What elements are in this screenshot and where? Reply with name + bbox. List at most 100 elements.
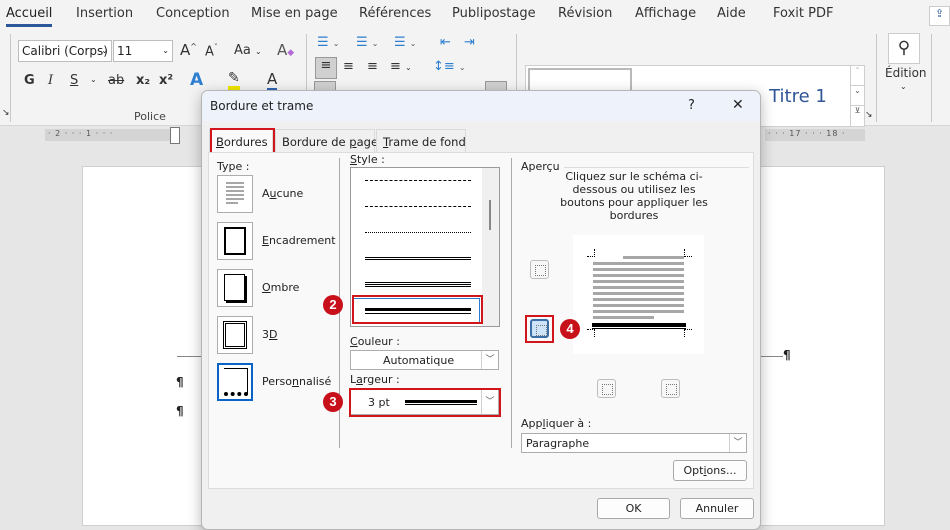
change-case-icon[interactable]: Aa ⌄	[234, 43, 262, 58]
dialog-titlebar[interactable]: Bordure et trame ? ✕	[202, 91, 760, 121]
tab-aide[interactable]: Aide	[717, 6, 746, 21]
grow-font-icon[interactable]: A^	[180, 41, 197, 59]
type-3d-label: 3D	[262, 328, 277, 341]
search-icon[interactable]: ⚲	[888, 33, 920, 64]
tab-label: Bordure de	[282, 135, 350, 149]
help-button[interactable]: ?	[688, 98, 695, 113]
style-option-double[interactable]	[365, 257, 471, 260]
font-size-combo[interactable]: 11 ⌄	[113, 40, 173, 62]
style-option-dashed[interactable]	[365, 180, 471, 181]
cancel-button[interactable]: Annuler	[680, 498, 754, 519]
tab-accueil[interactable]: Accueil	[6, 6, 53, 27]
chevron-down-icon[interactable]: ⌄	[90, 75, 97, 84]
share-icon[interactable]: ⇪	[929, 6, 950, 26]
scroll-down-icon[interactable]: ⌄	[850, 86, 864, 106]
tab-bordure-de-page[interactable]: Bordure de page	[275, 129, 379, 153]
ok-button[interactable]: OK	[597, 498, 670, 519]
numbering-icon[interactable]: ☰ ⌄	[356, 35, 379, 50]
dialog-launcher-icon[interactable]: ↘	[865, 110, 873, 120]
style-list-scrollbar[interactable]	[482, 168, 499, 326]
tab-conception[interactable]: Conception	[156, 6, 230, 21]
close-button[interactable]: ✕	[732, 97, 744, 113]
bottom-border-button[interactable]	[530, 319, 549, 338]
right-border-button[interactable]	[661, 379, 680, 398]
dialog-launcher-icon[interactable]: ↘	[2, 108, 10, 118]
tab-bordures[interactable]: Bordures	[209, 129, 273, 153]
text-effects-icon[interactable]: A	[190, 70, 203, 90]
subscript-icon[interactable]: x₂	[136, 73, 150, 88]
type-shadow-label: Ombre	[262, 281, 299, 294]
scroll-up-icon[interactable]: ⌃	[850, 66, 864, 86]
badge-3: 3	[323, 392, 343, 412]
align-left-icon[interactable]: ≡	[315, 57, 337, 79]
badge-4: 4	[560, 319, 580, 339]
style-option-dash-dot[interactable]	[365, 206, 471, 207]
divider	[876, 34, 877, 122]
paragraph-border	[761, 356, 783, 357]
align-right-icon[interactable]: ≡	[367, 59, 378, 74]
divider	[511, 158, 512, 448]
top-border-button[interactable]	[530, 260, 549, 279]
edition-button[interactable]: Édition	[885, 66, 927, 80]
preview-diagram[interactable]	[573, 235, 704, 354]
underline-icon[interactable]: S	[70, 73, 78, 88]
font-color-icon[interactable]: A	[267, 70, 278, 92]
clear-formatting-icon[interactable]: A◆	[277, 41, 294, 59]
indent-marker[interactable]	[170, 127, 180, 144]
options-button[interactable]: Options...	[673, 460, 747, 481]
width-select[interactable]: 3 pt ﹀	[350, 389, 499, 415]
bullets-icon[interactable]: ☰ ⌄	[317, 35, 340, 50]
italic-icon[interactable]: I	[48, 73, 53, 88]
style-option-thick-thin[interactable]	[365, 308, 471, 314]
chevron-down-icon: ﹀	[729, 434, 746, 452]
tab-label: p	[349, 135, 357, 149]
style-titre-1[interactable]: Titre 1	[748, 68, 848, 124]
align-center-icon[interactable]: ≡	[343, 59, 354, 74]
borders-and-shading-dialog: Bordure et trame ? ✕ Bordures Bordure de…	[201, 90, 761, 530]
justify-icon[interactable]: ≡ ⌄	[390, 59, 412, 74]
type-none-button[interactable]	[217, 175, 253, 213]
type-3d-button[interactable]	[217, 316, 253, 354]
type-custom-button[interactable]	[217, 363, 253, 401]
style-option-triple[interactable]	[365, 282, 471, 287]
more-styles-icon[interactable]: ⊻	[850, 106, 864, 126]
type-label-part: ncadrement	[268, 234, 336, 247]
width-value: 3 pt	[368, 396, 390, 409]
shrink-font-icon[interactable]: Aˇ	[205, 43, 218, 59]
tab-trame-de-fond[interactable]: Trame de fond	[376, 129, 466, 153]
bold-icon[interactable]: G	[24, 73, 35, 88]
tab-revision[interactable]: Révision	[558, 6, 612, 21]
tab-insertion[interactable]: Insertion	[76, 6, 133, 21]
decrease-indent-icon[interactable]: ⇤	[440, 35, 451, 50]
type-label-part: E	[262, 234, 269, 247]
tab-foxit-pdf[interactable]: Foxit PDF	[773, 6, 833, 21]
type-label-part: O	[262, 281, 271, 294]
color-select[interactable]: Automatique ﹀	[350, 350, 499, 370]
increase-indent-icon[interactable]: ⇥	[464, 35, 475, 50]
style-list[interactable]	[350, 167, 500, 327]
pilcrow: ¶	[783, 348, 791, 362]
multilevel-list-icon[interactable]: ☰ ⌄	[394, 35, 417, 50]
scrollbar-thumb[interactable]	[489, 200, 491, 230]
left-border-button[interactable]	[597, 379, 616, 398]
ribbon-tabs: Accueil Insertion Conception Mise en pag…	[0, 0, 950, 30]
tab-publipostage[interactable]: Publipostage	[452, 6, 536, 21]
strikethrough-icon[interactable]: ab	[108, 73, 124, 88]
tab-label: B	[216, 135, 224, 149]
ruler-left: · 2 · · · 1 · · ·	[45, 129, 175, 141]
tab-label: rame de fond	[388, 135, 466, 149]
apply-to-label: Appliquer à :	[521, 417, 592, 430]
style-option-dash-dot-dot[interactable]	[365, 232, 471, 233]
tab-mise-en-page[interactable]: Mise en page	[251, 6, 338, 21]
type-shadow-button[interactable]	[217, 269, 253, 307]
highlight-icon[interactable]: ✎	[228, 70, 240, 90]
tab-label: age	[356, 135, 379, 149]
superscript-icon[interactable]: x²	[159, 73, 173, 88]
tab-affichage[interactable]: Affichage	[635, 6, 696, 21]
type-label-part: mbre	[270, 281, 300, 294]
tab-references[interactable]: Références	[359, 6, 431, 21]
font-name-combo[interactable]: Calibri (Corps) ⌄	[18, 40, 112, 62]
line-spacing-icon[interactable]: ↕≡ ⌄	[433, 59, 466, 74]
type-box-button[interactable]	[217, 222, 253, 260]
apply-to-select[interactable]: Paragraphe ﹀	[521, 433, 747, 453]
